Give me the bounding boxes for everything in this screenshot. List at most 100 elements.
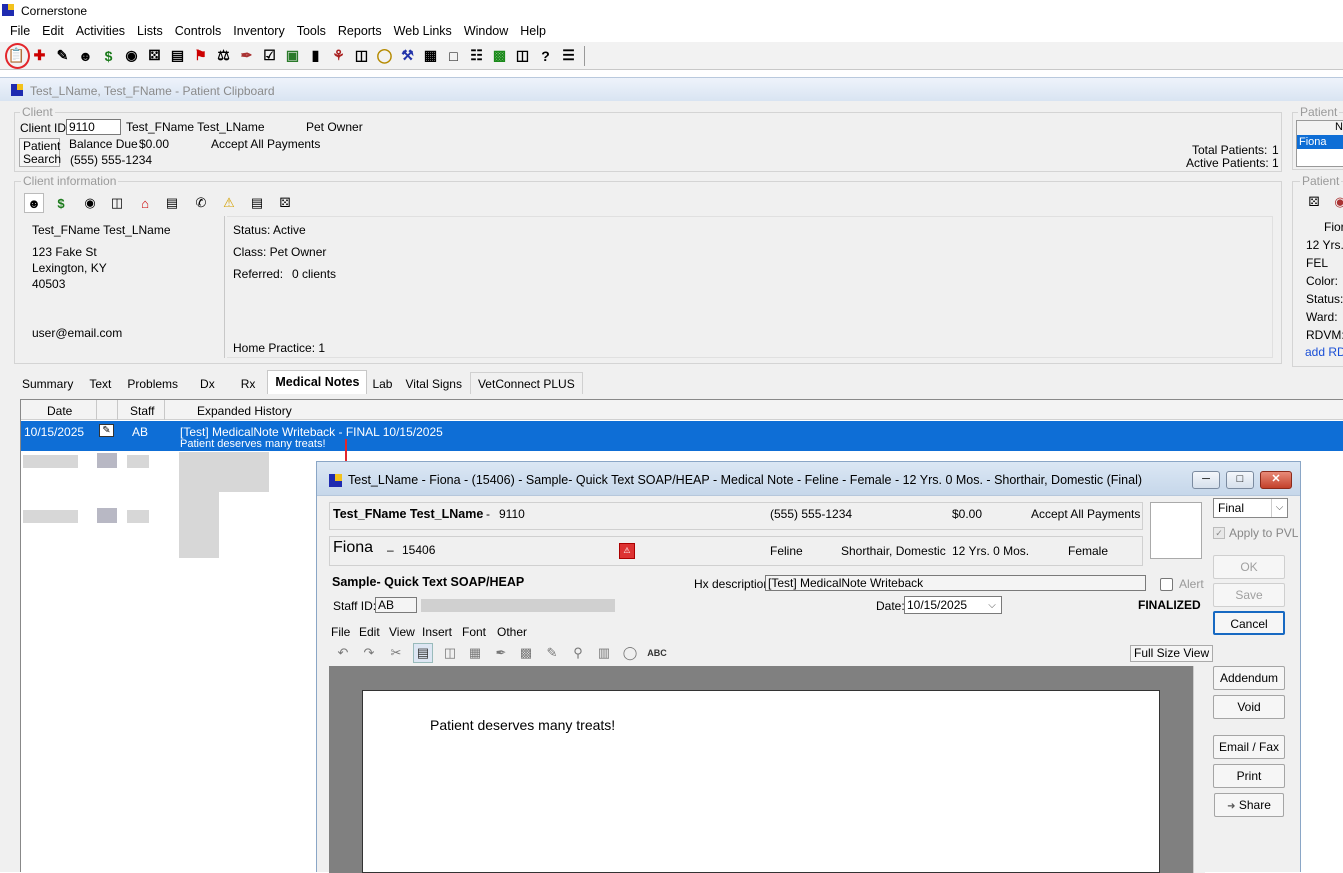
client-face-icon[interactable]: ☻ bbox=[24, 193, 44, 213]
book-icon[interactable]: ▮ bbox=[304, 45, 327, 67]
apply-pvl-checkbox[interactable]: ✓ bbox=[1213, 527, 1225, 539]
client-icon[interactable]: ☻ bbox=[74, 45, 97, 67]
menu-controls[interactable]: Controls bbox=[169, 22, 228, 42]
ok-button[interactable]: OK bbox=[1213, 555, 1285, 579]
checklist-icon[interactable]: ☑ bbox=[258, 45, 281, 67]
tab-dx[interactable]: Dx bbox=[186, 372, 229, 394]
tab-lab[interactable]: Lab bbox=[367, 372, 397, 394]
col-staff[interactable]: Staff bbox=[130, 404, 154, 418]
pen-icon[interactable]: ✒ bbox=[235, 45, 258, 67]
redo-icon[interactable]: ↷ bbox=[359, 643, 379, 663]
patient-list-row-selected[interactable]: Fiona bbox=[1297, 135, 1343, 149]
pills-icon[interactable]: ◉ bbox=[120, 45, 143, 67]
history-row-selected[interactable]: 10/15/2025 ✎ AB [Test] MedicalNote Write… bbox=[21, 421, 1343, 451]
minimize-button[interactable]: ─ bbox=[1192, 471, 1220, 489]
client-id-input[interactable]: 9110 bbox=[66, 119, 121, 135]
print-button[interactable]: Print bbox=[1213, 764, 1285, 788]
ledger-icon[interactable]: ◫ bbox=[350, 45, 373, 67]
trash-icon[interactable]: ◫ bbox=[511, 45, 534, 67]
col-date[interactable]: Date bbox=[47, 404, 72, 418]
rx-icon[interactable]: ⚒ bbox=[396, 45, 419, 67]
client-alert-icon[interactable]: ⚠ bbox=[219, 193, 239, 213]
unlock-icon[interactable]: ◯ bbox=[620, 643, 640, 663]
editor-scrollbar[interactable] bbox=[1193, 666, 1205, 873]
editor-menu-insert[interactable]: Insert bbox=[422, 625, 452, 639]
client-phone-icon[interactable]: ✆ bbox=[191, 193, 211, 213]
green-box-icon[interactable]: ▩ bbox=[488, 45, 511, 67]
editor-menu-other[interactable]: Other bbox=[497, 625, 527, 639]
find-icon[interactable]: ⚲ bbox=[568, 643, 588, 663]
patient-face-icon[interactable]: ⚄ bbox=[1304, 192, 1324, 212]
client-statement-icon[interactable]: ▤ bbox=[162, 193, 182, 213]
statement-icon[interactable]: ▤ bbox=[166, 45, 189, 67]
editor-menu-view[interactable]: View bbox=[389, 625, 415, 639]
client-home-icon[interactable]: ⌂ bbox=[135, 193, 155, 213]
note-page[interactable]: Patient deserves many treats! bbox=[362, 690, 1160, 873]
maximize-button[interactable]: □ bbox=[1226, 471, 1254, 489]
patient-icon[interactable]: ⚄ bbox=[143, 45, 166, 67]
menu-help[interactable]: Help bbox=[514, 22, 552, 42]
menu-edit[interactable]: Edit bbox=[36, 22, 70, 42]
copy-icon[interactable]: ▤ bbox=[413, 643, 433, 663]
client-pets-icon[interactable]: ◉ bbox=[80, 193, 100, 213]
alert-checkbox[interactable] bbox=[1160, 578, 1173, 591]
menu-activities[interactable]: Activities bbox=[70, 22, 131, 42]
client-report-icon[interactable]: ▤ bbox=[247, 193, 267, 213]
cancel-button[interactable]: Cancel bbox=[1213, 611, 1285, 635]
editor-menu-font[interactable]: Font bbox=[462, 625, 486, 639]
editor-menu-edit[interactable]: Edit bbox=[359, 625, 380, 639]
list-icon[interactable]: ☷ bbox=[465, 45, 488, 67]
hx-description-input[interactable]: [Test] MedicalNote Writeback bbox=[765, 575, 1146, 591]
patient-search-button[interactable]: Patient Search bbox=[19, 138, 61, 167]
spellcheck-icon[interactable]: ABC bbox=[647, 643, 667, 663]
patient-alert-icon[interactable]: ⚠ bbox=[619, 543, 635, 559]
document-icon[interactable]: □ bbox=[442, 45, 465, 67]
full-size-view-button[interactable]: Full Size View bbox=[1130, 645, 1214, 662]
check-in-icon[interactable]: ✚ bbox=[28, 45, 51, 67]
menu-tools[interactable]: Tools bbox=[291, 22, 332, 42]
menu-web-links[interactable]: Web Links bbox=[388, 22, 458, 42]
tab-rx[interactable]: Rx bbox=[229, 372, 268, 394]
tab-vital-signs[interactable]: Vital Signs bbox=[397, 372, 469, 394]
staff-id-input[interactable]: AB bbox=[375, 597, 417, 613]
stamp-icon[interactable]: ▩ bbox=[516, 643, 536, 663]
flag-icon[interactable]: ⚑ bbox=[189, 45, 212, 67]
patient-list[interactable]: N Fiona bbox=[1296, 120, 1343, 167]
col-expanded-history[interactable]: Expanded History bbox=[197, 404, 292, 418]
status-select[interactable]: Final ⌵ bbox=[1213, 498, 1288, 518]
client-contact-icon[interactable]: ⚄ bbox=[275, 193, 295, 213]
void-button[interactable]: Void bbox=[1213, 695, 1285, 719]
table-icon[interactable]: ▦ bbox=[465, 643, 485, 663]
whiteboard-icon[interactable]: ⚖ bbox=[212, 45, 235, 67]
image-icon[interactable]: ▣ bbox=[281, 45, 304, 67]
email-fax-button[interactable]: Email / Fax bbox=[1213, 735, 1285, 759]
tab-text[interactable]: Text bbox=[81, 372, 119, 394]
task-list-icon[interactable]: ☰ bbox=[557, 45, 580, 67]
patient-tag-icon[interactable]: ◉ bbox=[1330, 192, 1343, 212]
save-button[interactable]: Save bbox=[1213, 583, 1285, 607]
menu-reports[interactable]: Reports bbox=[332, 22, 388, 42]
menu-window[interactable]: Window bbox=[458, 22, 514, 42]
date-dropdown-icon[interactable]: ⌵ bbox=[984, 598, 1000, 613]
insert-field-icon[interactable]: ✎ bbox=[542, 643, 562, 663]
add-rdvm-link[interactable]: add RDV bbox=[1305, 345, 1343, 359]
close-button[interactable]: ✕ bbox=[1260, 471, 1292, 489]
menu-inventory[interactable]: Inventory bbox=[227, 22, 290, 42]
addendum-button[interactable]: Addendum bbox=[1213, 666, 1285, 690]
help-icon[interactable]: ? bbox=[534, 45, 557, 67]
jar-icon[interactable]: ◯ bbox=[373, 45, 396, 67]
cut-icon[interactable]: ✂ bbox=[386, 643, 406, 663]
paste-icon[interactable]: ◫ bbox=[440, 643, 460, 663]
lab-icon[interactable]: ⚘ bbox=[327, 45, 350, 67]
menu-file[interactable]: File bbox=[4, 22, 36, 42]
menu-lists[interactable]: Lists bbox=[131, 22, 169, 42]
folders-icon[interactable]: ▦ bbox=[419, 45, 442, 67]
tab-summary[interactable]: Summary bbox=[14, 372, 81, 394]
format-painter-icon[interactable]: ✒ bbox=[491, 643, 511, 663]
calendar-icon[interactable]: ▥ bbox=[594, 643, 614, 663]
invoice-dollar-icon[interactable]: $ bbox=[97, 45, 120, 67]
tab-medical-notes[interactable]: Medical Notes bbox=[267, 370, 368, 394]
client-dollar-icon[interactable]: $ bbox=[51, 193, 71, 213]
tab-problems[interactable]: Problems bbox=[119, 372, 186, 394]
tab-vetconnect-plus[interactable]: VetConnect PLUS bbox=[469, 372, 583, 394]
